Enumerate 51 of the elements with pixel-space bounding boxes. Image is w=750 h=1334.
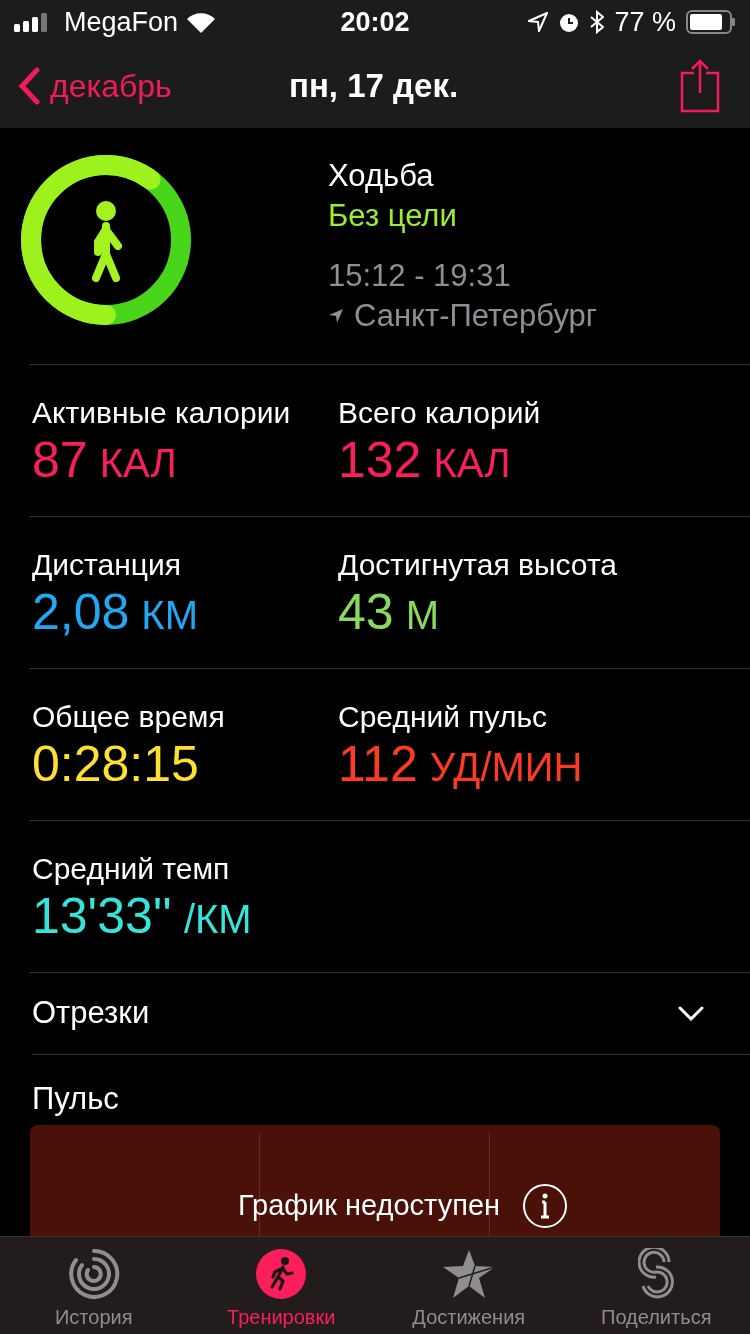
metric-label: Средний темп xyxy=(32,851,231,887)
metric-label: Достигнутая высота xyxy=(338,547,618,583)
workout-location: Санкт-Петербург xyxy=(354,297,598,335)
metric-value: 13'33'' xyxy=(32,889,172,943)
metric-label: Активные калории xyxy=(32,395,292,431)
metric-label: Всего калорий xyxy=(338,395,542,431)
metric-value: 43 xyxy=(338,585,394,639)
info-icon[interactable] xyxy=(522,1183,569,1229)
metric-unit: М xyxy=(405,592,439,639)
workout-name: Ходьба xyxy=(328,157,435,195)
metric-label: Дистанция xyxy=(32,547,182,583)
chevron-left-icon xyxy=(18,67,40,105)
bluetooth-icon xyxy=(590,10,605,34)
workout-goal: Без цели xyxy=(328,197,458,235)
section-title: Пульс xyxy=(32,1080,120,1118)
metric-label: Средний пульс xyxy=(338,699,549,735)
metric-value: 112 xyxy=(338,737,418,791)
back-button[interactable]: декабрь xyxy=(18,62,172,110)
metric-value: 87 xyxy=(32,433,88,487)
battery-percent: 77 % xyxy=(614,5,676,39)
location-arrow-icon xyxy=(528,12,549,32)
clock-time: 20:02 xyxy=(340,5,410,39)
walking-ring-icon xyxy=(20,154,192,326)
share-icon xyxy=(680,59,720,113)
metric-value: 2,08 xyxy=(32,585,130,639)
metric-unit: КАЛ xyxy=(433,440,511,487)
link-icon xyxy=(638,1248,675,1300)
metric-unit: КМ xyxy=(141,592,198,639)
location-arrow-icon xyxy=(328,308,344,324)
chart-message: График недоступен xyxy=(237,1188,501,1224)
tab-item[interactable]: Достижения xyxy=(375,1237,563,1334)
share-button[interactable] xyxy=(680,59,720,113)
metric-unit: /КМ xyxy=(183,896,252,943)
runner-icon xyxy=(255,1248,308,1300)
metric-unit: КАЛ xyxy=(99,440,177,487)
alarm-icon xyxy=(558,11,581,33)
tab-item[interactable]: Тренировки xyxy=(187,1237,375,1334)
metric-label: Общее время xyxy=(32,699,226,735)
metric-value: 0:28:15 xyxy=(32,737,199,791)
chevron-down-icon xyxy=(678,1005,704,1022)
rings-icon xyxy=(67,1248,120,1300)
workout-time: 15:12 - 19:31 xyxy=(328,257,512,295)
battery-icon xyxy=(686,10,736,34)
metric-value: 132 xyxy=(338,433,422,487)
segments-row[interactable]: Отрезки xyxy=(32,973,750,1055)
metric-unit: УД/МИН xyxy=(429,744,583,791)
tab-item[interactable]: История xyxy=(0,1237,188,1334)
carrier-name: MegaFon xyxy=(64,5,179,39)
wifi-icon xyxy=(186,11,217,33)
tab-item[interactable]: Поделиться xyxy=(562,1237,750,1334)
nav-title: пн, 17 дек. xyxy=(289,66,459,107)
